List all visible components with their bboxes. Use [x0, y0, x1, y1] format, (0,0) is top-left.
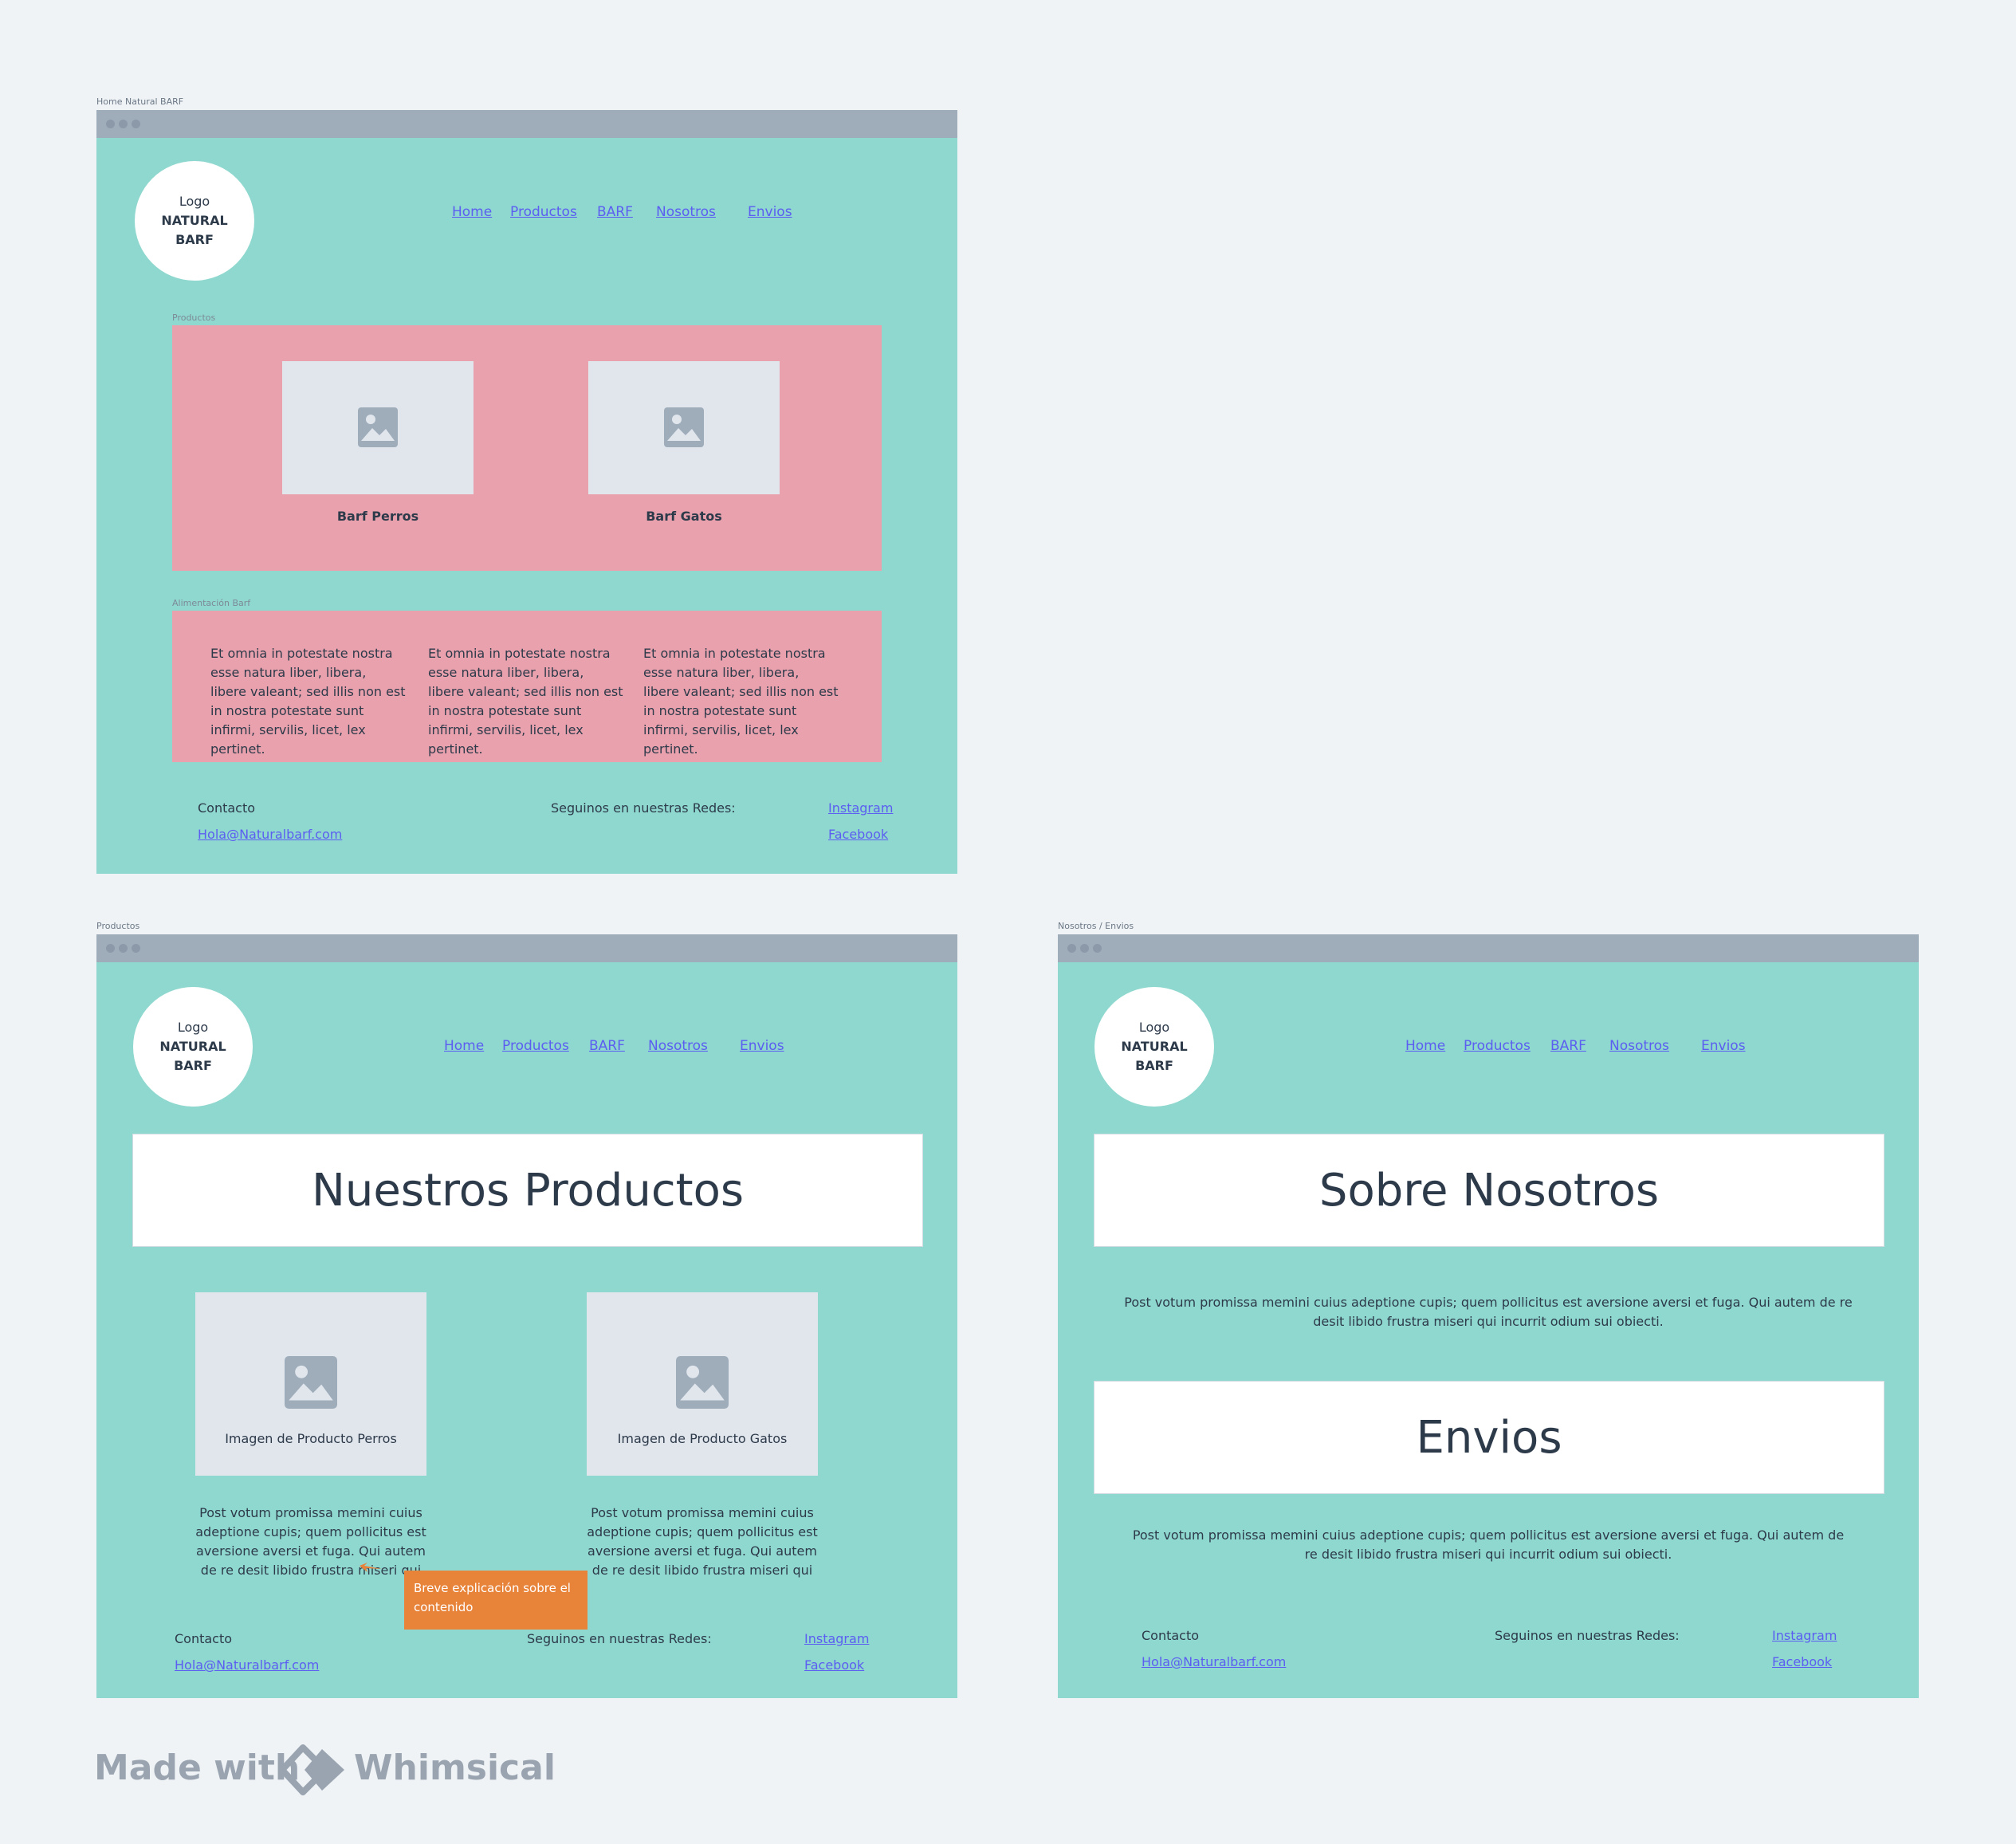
- footer-contacto: Contacto: [1142, 1628, 1200, 1643]
- nav-envios[interactable]: Envios: [1701, 1038, 1746, 1054]
- productos-window: Logo NATURAL BARF Home Productos BARF No…: [96, 934, 957, 1698]
- window-dot: [1067, 944, 1076, 953]
- nav-productos[interactable]: Productos: [510, 204, 577, 220]
- window-dot: [1080, 944, 1089, 953]
- page-title: Nuestros Productos: [132, 1134, 923, 1247]
- logo-line: NATURAL: [161, 213, 228, 228]
- section-title-envios: Envios: [1094, 1381, 1884, 1494]
- image-icon: [285, 1356, 337, 1409]
- footer-instagram-link[interactable]: Instagram: [828, 800, 893, 816]
- card-title-gatos: Barf Gatos: [646, 509, 722, 524]
- alimentacion-section: Et omnia in potestate nostra esse natura…: [172, 611, 882, 762]
- logo-line: Logo: [1138, 1020, 1170, 1035]
- frame-label-home: Home Natural BARF: [96, 96, 184, 107]
- window-dot: [119, 120, 128, 128]
- footer-instagram-link[interactable]: Instagram: [1772, 1628, 1837, 1643]
- window-dot: [132, 944, 140, 953]
- nav-home[interactable]: Home: [1405, 1038, 1445, 1054]
- footer-email-link[interactable]: Hola@Naturalbarf.com: [198, 827, 342, 842]
- image-icon: [664, 407, 704, 447]
- nav-barf[interactable]: BARF: [597, 204, 633, 220]
- logo-line: Logo: [177, 1020, 209, 1035]
- home-window: Logo NATURAL BARF Home Productos BARF No…: [96, 110, 957, 874]
- section-label-productos: Productos: [172, 313, 216, 323]
- footer-redes: Seguinos en nuestras Redes:: [1495, 1628, 1680, 1643]
- footer-redes: Seguinos en nuestras Redes:: [527, 1631, 712, 1646]
- frame-label-nosotros: Nosotros / Envios: [1058, 921, 1134, 931]
- image-placeholder-gatos[interactable]: Imagen de Producto Gatos: [587, 1292, 818, 1476]
- section-label-alimentacion: Alimentación Barf: [172, 598, 251, 608]
- nav-barf[interactable]: BARF: [589, 1038, 625, 1054]
- window-titlebar: [96, 110, 957, 138]
- footer-instagram-link[interactable]: Instagram: [804, 1631, 869, 1646]
- nav-home[interactable]: Home: [452, 204, 492, 220]
- window-dot: [106, 120, 115, 128]
- image-placeholder[interactable]: [588, 361, 780, 494]
- nav-productos[interactable]: Productos: [502, 1038, 569, 1054]
- image-placeholder[interactable]: [282, 361, 474, 494]
- logo[interactable]: Logo NATURAL BARF: [1094, 987, 1214, 1107]
- logo-line: BARF: [175, 232, 214, 247]
- image-caption: Imagen de Producto Gatos: [617, 1431, 788, 1446]
- logo-line: NATURAL: [1121, 1039, 1188, 1054]
- nav-envios[interactable]: Envios: [748, 204, 792, 220]
- logo-line: BARF: [174, 1058, 212, 1073]
- text-column: Et omnia in potestate nostra esse natura…: [643, 646, 839, 757]
- productos-section: Barf Perros Barf Gatos: [172, 325, 882, 571]
- footer-email-link[interactable]: Hola@Naturalbarf.com: [1142, 1654, 1286, 1669]
- whimsical-brand-name: Whimsical: [354, 1748, 556, 1788]
- window-dot: [132, 120, 140, 128]
- nav-home[interactable]: Home: [444, 1038, 484, 1054]
- nav-barf[interactable]: BARF: [1550, 1038, 1586, 1054]
- image-caption: Imagen de Producto Perros: [225, 1431, 397, 1446]
- nosotros-window: Logo NATURAL BARF Home Productos BARF No…: [1058, 934, 1919, 1698]
- product-description: Post votum promissa memini cuius adeptio…: [587, 1505, 818, 1578]
- made-with-text: Made with: [94, 1748, 301, 1788]
- nav-productos[interactable]: Productos: [1464, 1038, 1531, 1054]
- whimsical-logo-icon: [282, 1744, 344, 1795]
- nav-envios[interactable]: Envios: [740, 1038, 784, 1054]
- product-description: Post votum promissa memini cuius adeptio…: [195, 1505, 426, 1578]
- about-text: Post votum promissa memini cuius adeptio…: [1124, 1295, 1853, 1329]
- window-titlebar: [96, 934, 957, 962]
- window-dot: [106, 944, 115, 953]
- logo[interactable]: Logo NATURAL BARF: [135, 161, 254, 281]
- image-icon: [358, 407, 398, 447]
- window-dot: [119, 944, 128, 953]
- annotation-callout: Breve explicación sobre el contenido: [404, 1571, 588, 1630]
- image-icon: [676, 1356, 729, 1409]
- logo-line: BARF: [1135, 1058, 1173, 1073]
- logo[interactable]: Logo NATURAL BARF: [133, 987, 253, 1107]
- window-dot: [1093, 944, 1102, 953]
- text-column: Et omnia in potestate nostra esse natura…: [210, 646, 406, 757]
- footer-redes: Seguinos en nuestras Redes:: [551, 800, 736, 816]
- footer-contacto: Contacto: [175, 1631, 233, 1646]
- nav-nosotros[interactable]: Nosotros: [656, 204, 716, 220]
- text-column: Et omnia in potestate nostra esse natura…: [428, 646, 623, 757]
- footer-facebook-link[interactable]: Facebook: [1772, 1654, 1832, 1669]
- envios-text: Post votum promissa memini cuius adeptio…: [1132, 1527, 1845, 1562]
- nav-nosotros[interactable]: Nosotros: [1609, 1038, 1669, 1054]
- image-placeholder-perros[interactable]: Imagen de Producto Perros: [195, 1292, 426, 1476]
- card-title-perros: Barf Perros: [336, 509, 419, 524]
- page-title: Sobre Nosotros: [1094, 1134, 1884, 1247]
- logo-line: NATURAL: [159, 1039, 226, 1054]
- window-titlebar: [1058, 934, 1919, 962]
- footer-contacto: Contacto: [198, 800, 256, 816]
- footer-facebook-link[interactable]: Facebook: [828, 827, 888, 842]
- nav-nosotros[interactable]: Nosotros: [648, 1038, 708, 1054]
- logo-line: Logo: [179, 194, 210, 209]
- frame-label-productos: Productos: [96, 921, 140, 931]
- footer-facebook-link[interactable]: Facebook: [804, 1657, 864, 1673]
- callout-arrow-icon: [360, 1563, 382, 1572]
- footer-email-link[interactable]: Hola@Naturalbarf.com: [175, 1657, 319, 1673]
